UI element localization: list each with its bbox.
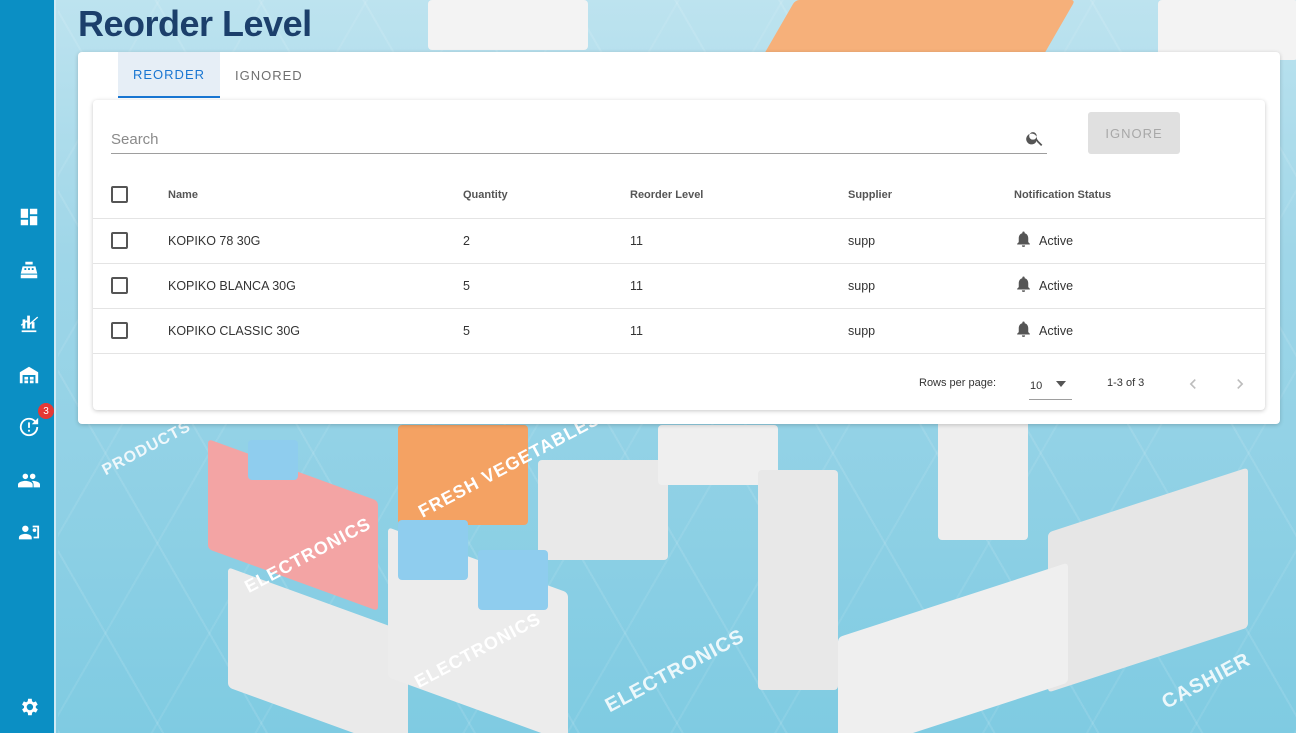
cash-register-icon[interactable] bbox=[16, 258, 42, 282]
page-title: Reorder Level bbox=[78, 3, 312, 44]
row-checkbox[interactable] bbox=[111, 277, 128, 294]
row-checkbox[interactable] bbox=[111, 322, 128, 339]
reorder-card: REORDER IGNORED IGNORE Name Quantity Reo… bbox=[78, 52, 1280, 424]
next-page-icon[interactable] bbox=[1230, 374, 1250, 394]
cell-name: KOPIKO 78 30G bbox=[168, 218, 463, 264]
rows-per-page-value: 10 bbox=[1030, 379, 1043, 392]
column-header-notification-status[interactable]: Notification Status bbox=[1014, 172, 1265, 219]
search-input[interactable] bbox=[111, 126, 1011, 152]
row-checkbox[interactable] bbox=[111, 232, 128, 249]
cell-notification-status: Active bbox=[1039, 233, 1074, 248]
cell-notification-status: Active bbox=[1039, 278, 1074, 293]
dropdown-arrow-icon bbox=[1056, 381, 1066, 387]
tab-reorder[interactable]: REORDER bbox=[118, 52, 221, 98]
table-header-row: Name Quantity Reorder Level Supplier Not… bbox=[93, 172, 1265, 219]
bell-icon[interactable] bbox=[1014, 319, 1033, 342]
reorder-table: Name Quantity Reorder Level Supplier Not… bbox=[93, 172, 1265, 354]
column-header-reorder-level[interactable]: Reorder Level bbox=[630, 172, 848, 219]
dashboard-icon[interactable] bbox=[16, 205, 42, 229]
cell-notification-status: Active bbox=[1039, 323, 1074, 338]
rows-per-page-select[interactable]: 10 bbox=[1029, 372, 1072, 400]
cell-quantity: 2 bbox=[463, 218, 630, 264]
pagination-range: 1-3 of 3 bbox=[1107, 377, 1145, 389]
warehouse-icon[interactable] bbox=[16, 363, 42, 387]
contacts-icon[interactable] bbox=[16, 520, 42, 544]
cell-supplier: supp bbox=[848, 263, 1014, 309]
sales-chart-icon[interactable] bbox=[16, 311, 42, 335]
users-icon[interactable] bbox=[16, 468, 42, 492]
cell-reorder-level: 11 bbox=[630, 218, 848, 264]
cell-supplier: supp bbox=[848, 308, 1014, 354]
cell-quantity: 5 bbox=[463, 263, 630, 309]
select-all-checkbox[interactable] bbox=[111, 186, 128, 204]
search-box bbox=[111, 126, 1047, 154]
reorder-table-panel: IGNORE Name Quantity Reorder Level Suppl… bbox=[93, 100, 1265, 410]
bell-icon[interactable] bbox=[1014, 274, 1033, 297]
cell-reorder-level: 11 bbox=[630, 308, 848, 354]
cell-reorder-level: 11 bbox=[630, 263, 848, 309]
column-header-supplier[interactable]: Supplier bbox=[848, 172, 1014, 219]
bell-icon[interactable] bbox=[1014, 229, 1033, 252]
tab-bar: REORDER IGNORED bbox=[118, 52, 318, 98]
rows-per-page-label: Rows per page: bbox=[919, 377, 997, 389]
table-row[interactable]: KOPIKO CLASSIC 30G 5 11 supp Active bbox=[93, 308, 1265, 354]
previous-page-icon[interactable] bbox=[1183, 374, 1203, 394]
sidebar: 3 bbox=[0, 0, 56, 733]
table-row[interactable]: KOPIKO 78 30G 2 11 supp Active bbox=[93, 218, 1265, 264]
search-icon[interactable] bbox=[1025, 128, 1045, 148]
table-pagination: Rows per page: 10 1-3 of 3 bbox=[93, 362, 1265, 408]
reorder-alert-icon[interactable] bbox=[16, 415, 42, 439]
settings-gear-icon[interactable] bbox=[16, 695, 42, 719]
cell-name: KOPIKO BLANCA 30G bbox=[168, 263, 463, 309]
ignore-button[interactable]: IGNORE bbox=[1088, 112, 1180, 154]
cell-quantity: 5 bbox=[463, 308, 630, 354]
table-row[interactable]: KOPIKO BLANCA 30G 5 11 supp Active bbox=[93, 263, 1265, 309]
tab-ignored[interactable]: IGNORED bbox=[220, 52, 318, 98]
reorder-alert-badge: 3 bbox=[38, 403, 54, 419]
column-header-quantity[interactable]: Quantity bbox=[463, 172, 630, 219]
cell-name: KOPIKO CLASSIC 30G bbox=[168, 308, 463, 354]
cell-supplier: supp bbox=[848, 218, 1014, 264]
column-header-name[interactable]: Name bbox=[168, 172, 463, 219]
